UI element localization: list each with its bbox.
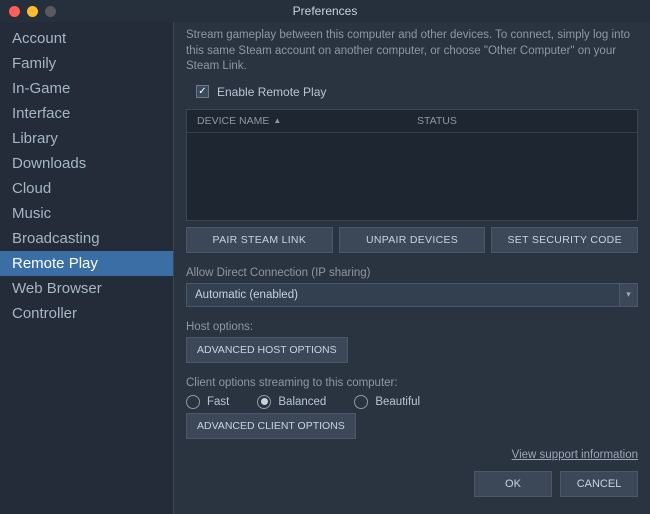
radio-beautiful[interactable]: Beautiful <box>354 395 420 409</box>
ok-button[interactable]: OK <box>474 471 552 497</box>
sidebar-item-remote-play[interactable]: Remote Play <box>0 251 173 276</box>
chevron-down-icon[interactable]: ▾ <box>620 283 638 307</box>
minimize-icon[interactable] <box>27 6 38 17</box>
advanced-client-options-button[interactable]: ADVANCED CLIENT OPTIONS <box>186 413 356 439</box>
client-options-label: Client options streaming to this compute… <box>186 377 638 389</box>
window-title: Preferences <box>0 4 650 18</box>
enable-remote-play-row[interactable]: ✓ Enable Remote Play <box>196 85 638 99</box>
direct-connection-dropdown[interactable]: Automatic (enabled) ▾ <box>186 283 638 307</box>
status-column[interactable]: STATUS <box>417 115 627 127</box>
sidebar-item-family[interactable]: Family <box>0 51 173 76</box>
sidebar-item-broadcasting[interactable]: Broadcasting <box>0 226 173 251</box>
device-table-body <box>187 133 637 220</box>
sidebar-item-interface[interactable]: Interface <box>0 101 173 126</box>
sidebar-item-in-game[interactable]: In-Game <box>0 76 173 101</box>
sort-asc-icon: ▲ <box>273 116 281 125</box>
view-support-link[interactable]: View support information <box>186 449 638 461</box>
sidebar: AccountFamilyIn-GameInterfaceLibraryDown… <box>0 22 174 514</box>
sidebar-item-controller[interactable]: Controller <box>0 301 173 326</box>
checkbox-checked-icon[interactable]: ✓ <box>196 85 209 98</box>
device-table-header: DEVICE NAME ▲ STATUS <box>187 110 637 133</box>
action-button-row: PAIR STEAM LINK UNPAIR DEVICES SET SECUR… <box>186 227 638 253</box>
maximize-icon <box>45 6 56 17</box>
direct-connection-label: Allow Direct Connection (IP sharing) <box>186 267 638 279</box>
radio-label: Balanced <box>278 396 326 408</box>
pair-steam-link-button[interactable]: PAIR STEAM LINK <box>186 227 333 253</box>
device-name-column[interactable]: DEVICE NAME ▲ <box>197 115 417 127</box>
radio-icon <box>186 395 200 409</box>
host-options-label: Host options: <box>186 321 638 333</box>
client-quality-radio-group: Fast Balanced Beautiful <box>186 395 638 409</box>
description-text: Stream gameplay between this computer an… <box>186 28 638 75</box>
sidebar-item-library[interactable]: Library <box>0 126 173 151</box>
sidebar-item-cloud[interactable]: Cloud <box>0 176 173 201</box>
direct-connection-value: Automatic (enabled) <box>186 283 620 307</box>
radio-label: Fast <box>207 396 229 408</box>
sidebar-item-account[interactable]: Account <box>0 26 173 51</box>
cancel-button[interactable]: CANCEL <box>560 471 638 497</box>
radio-fast[interactable]: Fast <box>186 395 229 409</box>
radio-icon <box>354 395 368 409</box>
enable-remote-play-label: Enable Remote Play <box>217 85 326 99</box>
unpair-devices-button[interactable]: UNPAIR DEVICES <box>339 227 486 253</box>
sidebar-item-music[interactable]: Music <box>0 201 173 226</box>
sidebar-item-web-browser[interactable]: Web Browser <box>0 276 173 301</box>
dialog-footer: OK CANCEL <box>186 471 638 497</box>
main-panel: Stream gameplay between this computer an… <box>174 22 650 514</box>
set-security-code-button[interactable]: SET SECURITY CODE <box>491 227 638 253</box>
device-table: DEVICE NAME ▲ STATUS <box>186 109 638 221</box>
close-icon[interactable] <box>9 6 20 17</box>
radio-label: Beautiful <box>375 396 420 408</box>
radio-balanced[interactable]: Balanced <box>257 395 326 409</box>
radio-icon <box>257 395 271 409</box>
titlebar: Preferences <box>0 0 650 22</box>
device-name-header-label: DEVICE NAME <box>197 115 269 127</box>
advanced-host-options-button[interactable]: ADVANCED HOST OPTIONS <box>186 337 348 363</box>
traffic-lights <box>9 6 56 17</box>
sidebar-item-downloads[interactable]: Downloads <box>0 151 173 176</box>
